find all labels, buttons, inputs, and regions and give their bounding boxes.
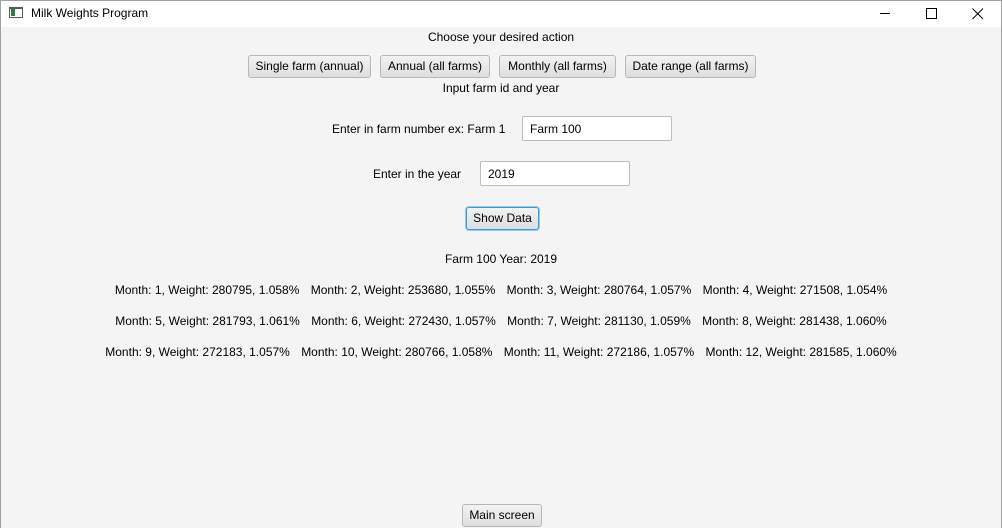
app-window: Milk Weights Program Choose your desired… [0, 0, 1002, 528]
month-result: Month: 2, Weight: 253680, 1.055% [310, 283, 496, 297]
action-prompt: Choose your desired action [427, 30, 575, 44]
main-content: Choose your desired action Single farm (… [1, 27, 1001, 529]
date-range-all-farms-button[interactable]: Date range (all farms) [625, 55, 756, 78]
maximize-button[interactable] [909, 1, 955, 27]
maximize-icon [926, 8, 937, 19]
results-row-3: Month: 9, Weight: 272183, 1.057% Month: … [1, 345, 1001, 359]
farm-number-input[interactable] [522, 116, 672, 141]
month-result: Month: 8, Weight: 281438, 1.060% [702, 314, 887, 328]
month-result: Month: 10, Weight: 280766, 1.058% [301, 345, 493, 359]
main-screen-button[interactable]: Main screen [462, 504, 542, 527]
farm-number-label: Enter in farm number ex: Farm 1 [332, 122, 506, 136]
results-heading: Farm 100 Year: 2019 [444, 252, 558, 266]
month-result: Month: 1, Weight: 280795, 1.058% [114, 283, 300, 297]
close-button[interactable] [955, 1, 1001, 27]
monthly-all-farms-button[interactable]: Monthly (all farms) [499, 55, 616, 78]
annual-all-farms-button[interactable]: Annual (all farms) [380, 55, 490, 78]
month-result: Month: 12, Weight: 281585, 1.060% [705, 345, 897, 359]
month-result: Month: 9, Weight: 272183, 1.057% [105, 345, 290, 359]
close-icon [972, 8, 984, 20]
single-farm-annual-button[interactable]: Single farm (annual) [248, 55, 371, 78]
minimize-button[interactable] [863, 1, 909, 27]
month-result: Month: 11, Weight: 272186, 1.057% [503, 345, 695, 359]
month-result: Month: 4, Weight: 271508, 1.054% [702, 283, 888, 297]
form-subtitle: Input farm id and year [442, 81, 560, 95]
title-bar[interactable]: Milk Weights Program [1, 1, 1001, 27]
app-icon [9, 7, 23, 18]
show-data-button[interactable]: Show Data [466, 207, 539, 230]
results-row-2: Month: 5, Weight: 281793, 1.061% Month: … [1, 314, 1001, 328]
window-title: Milk Weights Program [31, 6, 149, 20]
month-result: Month: 3, Weight: 280764, 1.057% [506, 283, 692, 297]
results-row-1: Month: 1, Weight: 280795, 1.058% Month: … [1, 283, 1001, 297]
year-label: Enter in the year [373, 167, 462, 181]
month-result: Month: 7, Weight: 281130, 1.059% [507, 314, 691, 328]
month-result: Month: 6, Weight: 272430, 1.057% [311, 314, 496, 328]
month-result: Month: 5, Weight: 281793, 1.061% [115, 314, 300, 328]
year-input[interactable] [480, 161, 630, 186]
minimize-icon [880, 13, 890, 14]
